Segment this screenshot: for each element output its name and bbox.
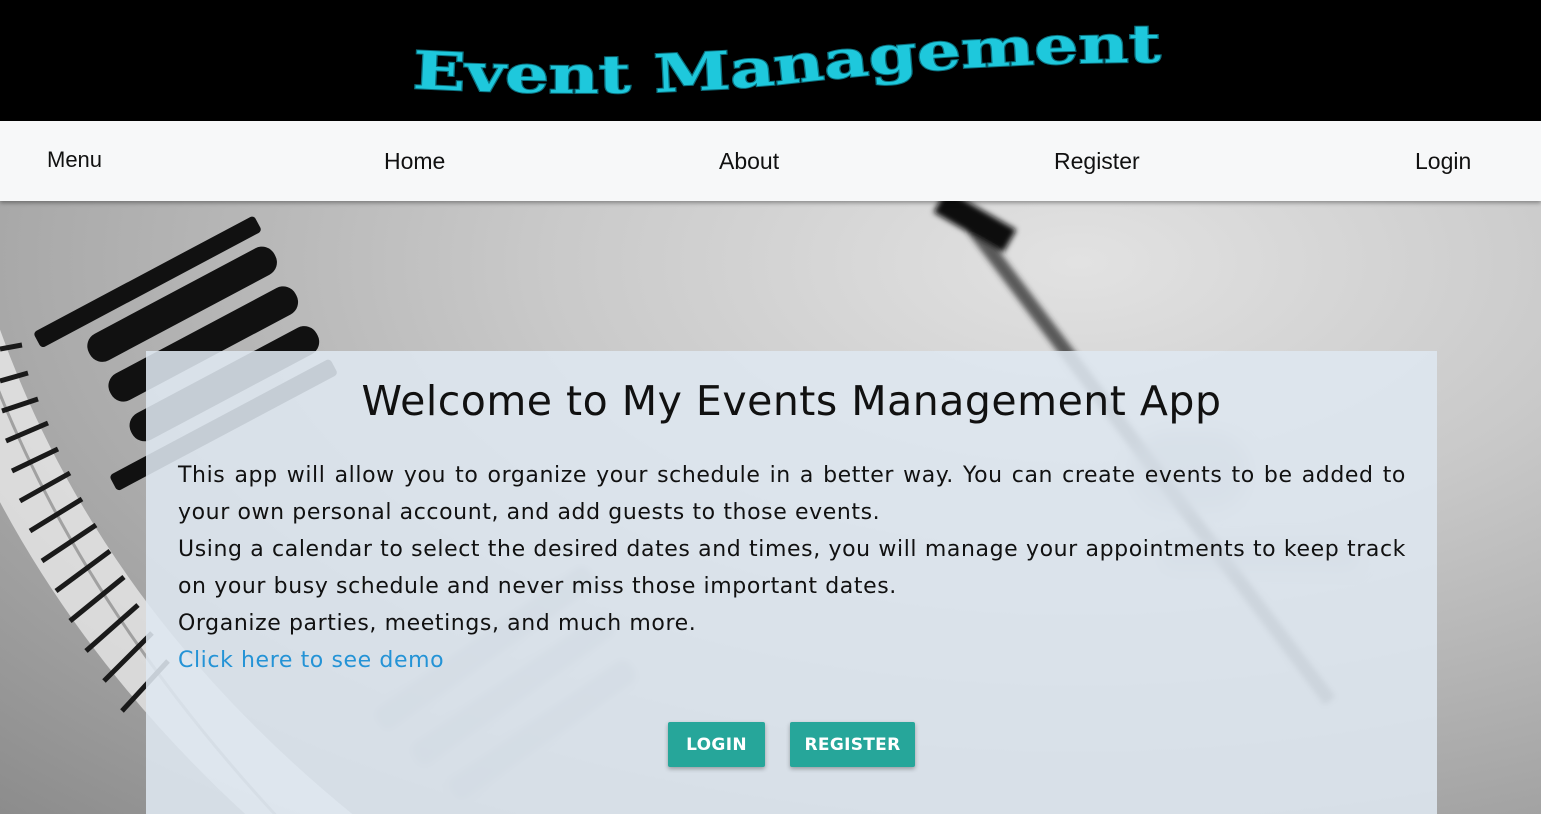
- register-button[interactable]: REGISTER: [790, 722, 915, 767]
- navbar: Menu Home About Register Login: [0, 121, 1541, 201]
- nav-home[interactable]: Home: [384, 121, 445, 201]
- welcome-title: Welcome to My Events Management App: [361, 377, 1222, 425]
- logo: Event Management: [411, 13, 1162, 107]
- nav-login[interactable]: Login: [1415, 121, 1471, 201]
- header-banner: Event Management: [0, 0, 1541, 121]
- logo-text: Event Management: [412, 14, 1161, 106]
- welcome-body: This app will allow you to organize your…: [178, 457, 1406, 679]
- welcome-paragraph-1: This app will allow you to organize your…: [178, 463, 1406, 525]
- nav-menu[interactable]: Menu: [47, 121, 102, 201]
- welcome-card: Welcome to My Events Management App This…: [146, 351, 1437, 814]
- nav-about[interactable]: About: [719, 121, 779, 201]
- login-button[interactable]: LOGIN: [668, 722, 765, 767]
- welcome-paragraph-2: Using a calendar to select the desired d…: [178, 537, 1406, 599]
- hero-section: Welcome to My Events Management App This…: [0, 201, 1541, 814]
- nav-register[interactable]: Register: [1054, 121, 1140, 201]
- demo-link[interactable]: Click here to see demo: [178, 648, 444, 673]
- welcome-paragraph-3: Organize parties, meetings, and much mor…: [178, 611, 697, 636]
